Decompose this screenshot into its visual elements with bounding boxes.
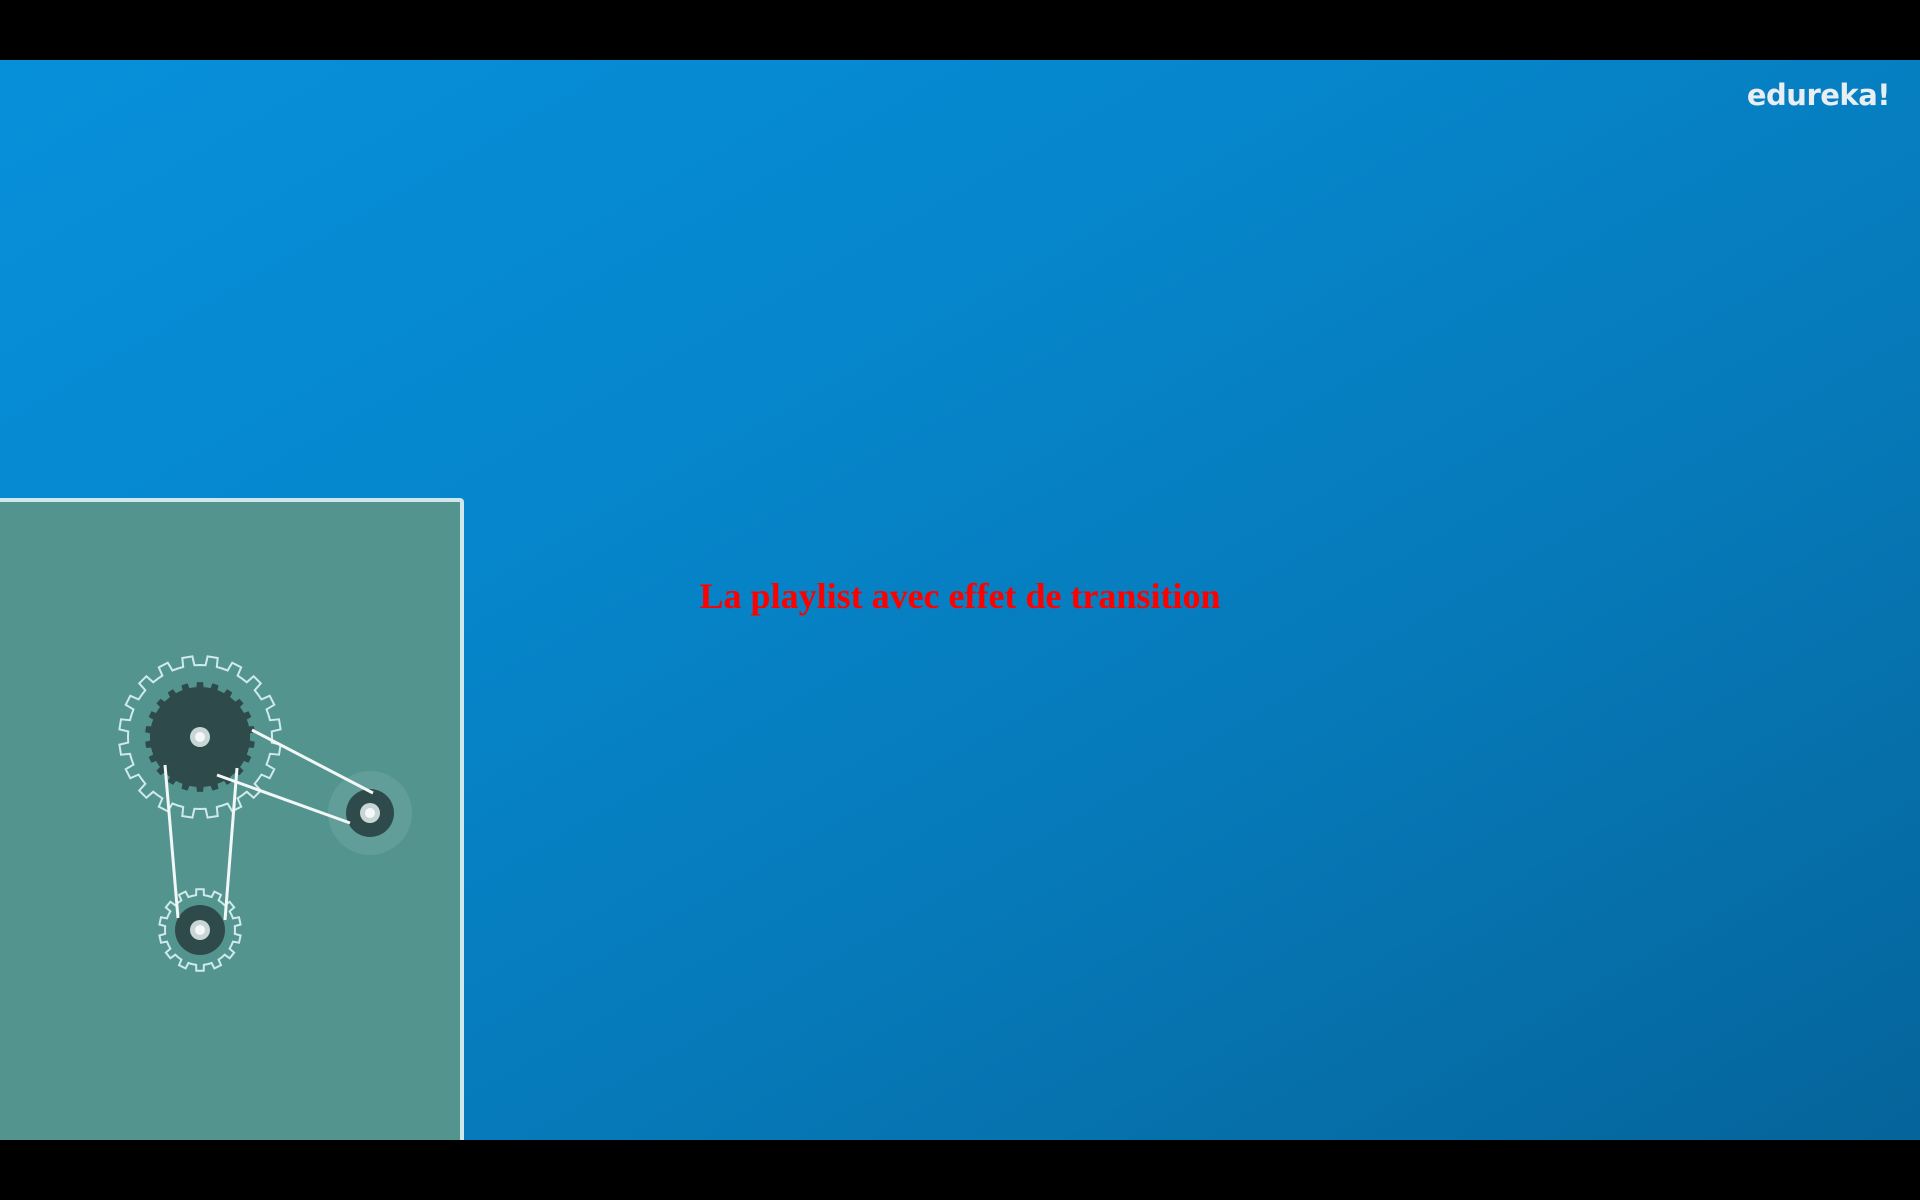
video-frame[interactable]: edureka! La playlist avec effet de trans… bbox=[0, 60, 1920, 1140]
belt-line bbox=[163, 764, 180, 919]
belt-line bbox=[223, 767, 239, 921]
hub-center-icon bbox=[195, 925, 205, 935]
belt-line bbox=[251, 728, 374, 795]
hub-center-icon bbox=[365, 808, 375, 818]
hub-center-icon bbox=[195, 732, 205, 742]
subtitle-caption: La playlist avec effet de transition bbox=[699, 576, 1221, 616]
